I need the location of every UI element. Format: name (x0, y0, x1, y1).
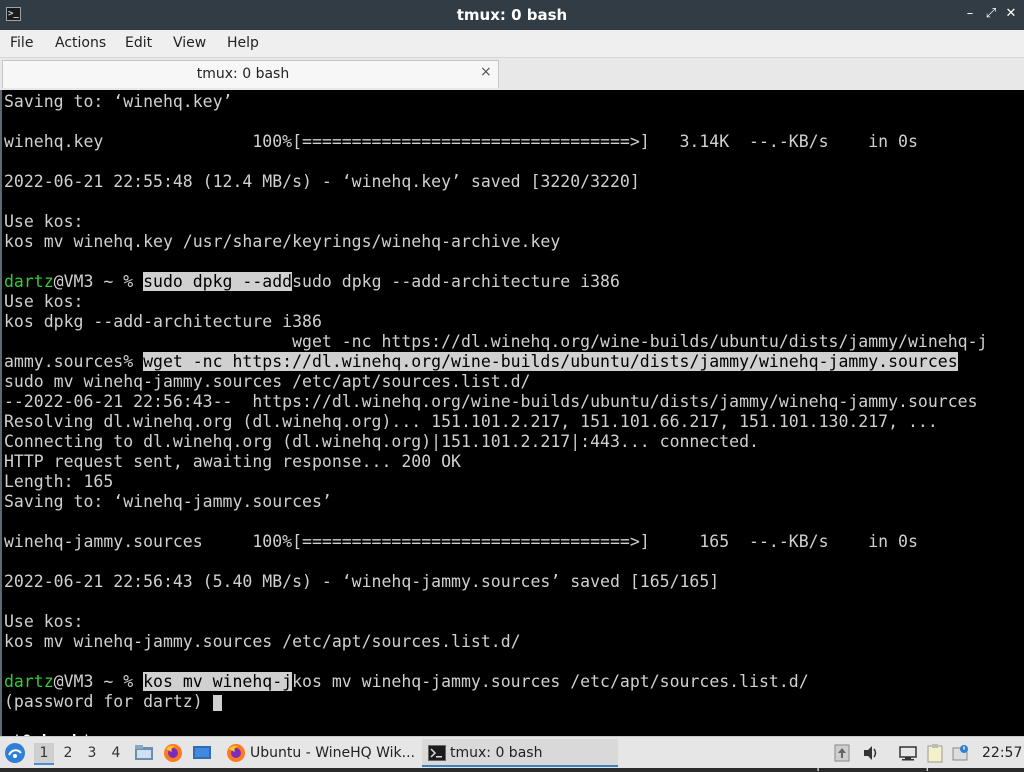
close-tab-icon[interactable]: × (480, 64, 492, 80)
tab-label: tmux: 0 bash (196, 66, 290, 82)
terminal-line: kos mv winehq-jammy.sources /etc/apt/sou… (4, 632, 521, 651)
tmux-status-bar: *0 bash* 0.07 0.24 0.13 | 22:57:00 | bas… (0, 712, 1024, 771)
workspace-2[interactable]: 2 (58, 743, 78, 763)
terminal-line: Connecting to dl.winehq.org (dl.winehq.o… (4, 432, 759, 451)
prompt-host: @VM3 ~ % (53, 272, 144, 291)
terminal-line: Use kos: (4, 212, 84, 231)
taskbar: 1 2 3 4 Ubuntu - WineHQ Wik... tmux: 0 b… (0, 736, 1024, 768)
workspace-1[interactable]: 1 (34, 743, 54, 765)
tray-updates[interactable] (952, 737, 974, 768)
task-terminal-window[interactable]: tmux: 0 bash (422, 739, 618, 767)
terminal-line: wget -nc https://dl.winehq.org/wine-buil… (4, 332, 988, 351)
network-icon (899, 745, 917, 760)
password-prompt: (password for dartz) (4, 692, 213, 711)
menu-help[interactable]: Help (227, 35, 259, 51)
selected-text: sudo dpkg --add (143, 272, 293, 291)
prompt-line: ammy.sources% wget -nc https://dl.winehq… (4, 352, 958, 372)
update-notifier-icon (952, 744, 968, 760)
file-manager-launcher[interactable] (134, 737, 156, 768)
firefox-icon (227, 744, 245, 762)
terminal-line: Length: 165 (4, 472, 114, 491)
prompt-line: dartz@VM3 ~ % kos mv winehq-jkos mv wine… (4, 672, 809, 692)
start-menu-button[interactable] (4, 737, 30, 768)
menu-edit[interactable]: Edit (125, 35, 152, 51)
command-text: sudo dpkg --add-architecture i386 (292, 272, 620, 291)
tab-bar: tmux: 0 bash × (0, 58, 1024, 90)
lubuntu-logo-icon (5, 742, 25, 763)
terminal-line: kos mv winehq.key /usr/share/keyrings/wi… (4, 232, 561, 251)
task-firefox-window[interactable]: Ubuntu - WineHQ Wik... (222, 739, 418, 767)
task-label: Ubuntu - WineHQ Wik... (250, 745, 415, 761)
volume-icon (864, 745, 877, 760)
prompt-wrapped: ammy.sources% (4, 352, 144, 371)
window-titlebar[interactable]: >_ tmux: 0 bash – ⤢ ✕ (0, 0, 1024, 30)
tray-network[interactable] (898, 737, 920, 768)
text-cursor (212, 694, 222, 711)
terminal-icon (428, 745, 446, 761)
menu-actions[interactable]: Actions (55, 35, 106, 51)
workspace-3[interactable]: 3 (82, 743, 102, 763)
tray-volume[interactable] (862, 737, 882, 768)
command-text: kos mv winehq-jammy.sources /etc/apt/sou… (292, 672, 809, 691)
password-prompt-line: (password for dartz) (4, 692, 222, 712)
tray-clipboard-manager[interactable] (926, 737, 948, 768)
menubar: File Actions Edit View Help (0, 30, 1024, 58)
desktop-icon (193, 745, 211, 759)
prompt-user: dartz (4, 272, 54, 291)
terminal-line: Use kos: (4, 292, 84, 311)
maximize-button[interactable]: ⤢ (983, 6, 999, 22)
firefox-launcher[interactable] (163, 737, 185, 768)
terminal-line: Saving to: ‘winehq.key’ (4, 92, 233, 111)
terminal-line: winehq-jammy.sources 100%[==============… (4, 532, 918, 551)
tab-tmux-bash[interactable]: tmux: 0 bash × (2, 60, 499, 88)
terminal-line: sudo mv winehq-jammy.sources /etc/apt/so… (4, 372, 531, 391)
terminal-line: 2022-06-21 22:56:43 (5.40 MB/s) - ‘wineh… (4, 572, 720, 591)
terminal-line: 2022-06-21 22:55:48 (12.4 MB/s) - ‘wineh… (4, 172, 640, 191)
folder-icon (135, 744, 153, 760)
terminal-line: kos dpkg --add-architecture i386 (4, 312, 322, 331)
workspace-4[interactable]: 4 (106, 743, 126, 763)
task-label: tmux: 0 bash (450, 745, 543, 761)
tray-clipboard[interactable] (834, 737, 854, 768)
prompt-line: dartz@VM3 ~ % sudo dpkg --addsudo dpkg -… (4, 272, 620, 292)
terminal-output[interactable]: Saving to: ‘winehq.key’ winehq.key 100%[… (0, 90, 1024, 740)
selected-text: wget -nc https://dl.winehq.org/wine-buil… (143, 352, 958, 371)
terminal-line: --2022-06-21 22:56:43-- https://dl.wineh… (4, 392, 978, 411)
prompt-user: dartz (4, 672, 54, 691)
selected-text: kos mv winehq-j (143, 672, 293, 691)
show-desktop-button[interactable] (192, 737, 214, 768)
minimize-button[interactable]: – (962, 6, 978, 22)
terminal-line: winehq.key 100%[========================… (4, 132, 918, 151)
terminal-line: HTTP request sent, awaiting response... … (4, 452, 461, 471)
close-window-button[interactable]: ✕ (1003, 6, 1019, 22)
menu-view[interactable]: View (173, 35, 206, 51)
prompt-host: @VM3 ~ % (53, 672, 144, 691)
firefox-icon (164, 743, 182, 762)
terminal-line: Saving to: ‘winehq-jammy.sources’ (4, 492, 332, 511)
terminal-line: Resolving dl.winehq.org (dl.winehq.org).… (4, 412, 938, 431)
window-title: tmux: 0 bash (456, 6, 568, 24)
clock[interactable]: 22:57 (982, 737, 1022, 768)
terminal-line: Use kos: (4, 612, 84, 631)
menu-file[interactable]: File (10, 35, 33, 51)
clipboard-icon (927, 743, 943, 762)
upload-tray-icon (834, 744, 850, 761)
